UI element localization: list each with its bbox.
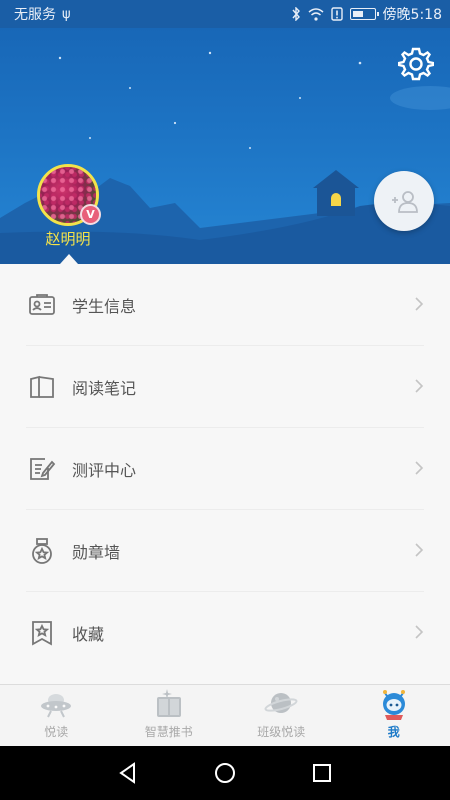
carrier-label: 无服务 — [14, 7, 56, 23]
add-friend-button[interactable] — [374, 171, 434, 231]
astronaut-icon — [382, 690, 405, 720]
bluetooth-icon — [292, 7, 300, 21]
tab-label: 我 — [387, 725, 400, 739]
book-icon — [26, 371, 58, 403]
tab-label: 智慧推书 — [144, 725, 193, 739]
wifi-icon — [308, 7, 324, 21]
tab-yuedu[interactable]: 悦读 — [0, 685, 113, 746]
recents-square-icon — [312, 764, 331, 782]
menu-item-label: 学生信息 — [72, 297, 137, 316]
chevron-right-icon — [415, 379, 424, 393]
alert-icon — [330, 7, 343, 21]
menu-item-label: 阅读笔记 — [72, 379, 137, 398]
ufo-icon — [41, 694, 72, 718]
battery-icon — [349, 8, 379, 20]
chevron-right-icon — [415, 297, 424, 311]
book-stack-icon — [156, 689, 181, 717]
tab-label: 班级悦读 — [257, 725, 306, 739]
usb-icon: ψ — [62, 6, 71, 22]
home-circle-icon — [214, 763, 235, 783]
selection-pointer — [60, 254, 78, 264]
menu-item-reading-notes[interactable]: 阅读笔记 — [0, 346, 450, 428]
menu-item-medal-wall[interactable]: 勋章墙 — [0, 510, 450, 592]
home-button[interactable] — [212, 760, 238, 786]
add-person-icon — [392, 191, 418, 213]
menu-item-student-info[interactable]: 学生信息 — [0, 264, 450, 346]
chevron-right-icon — [415, 625, 424, 639]
bottom-tab-bar: 悦读 智慧推书 班级悦读 我 — [0, 684, 450, 746]
tab-me[interactable]: 我 — [338, 685, 450, 746]
chevron-right-icon — [415, 543, 424, 557]
status-bar: 无服务 ψ 傍晚5:18 — [0, 0, 450, 28]
system-navigation-bar — [0, 746, 450, 800]
back-button[interactable] — [115, 760, 141, 786]
planet-icon — [264, 693, 298, 713]
menu-item-label: 收藏 — [72, 625, 105, 644]
chevron-right-icon — [415, 461, 424, 475]
edit-note-icon — [26, 453, 58, 485]
username: 赵明明 — [45, 230, 91, 248]
recents-button[interactable] — [309, 760, 335, 786]
profile-menu: 学生信息 阅读笔记 测评中心 勋章墙 收藏 — [0, 264, 450, 684]
id-card-icon — [26, 289, 58, 321]
profile-header: V 赵明明 — [0, 28, 450, 264]
bookmark-star-icon — [26, 617, 58, 649]
tab-label: 悦读 — [44, 725, 69, 739]
menu-item-assessment-center[interactable]: 测评中心 — [0, 428, 450, 510]
tab-smart-recommend[interactable]: 智慧推书 — [113, 685, 226, 746]
clock-label: 傍晚5:18 — [382, 7, 442, 23]
settings-gear-icon[interactable] — [398, 46, 434, 82]
menu-item-label: 勋章墙 — [72, 543, 121, 562]
medal-icon — [26, 535, 58, 567]
tab-class-reading[interactable]: 班级悦读 — [225, 685, 338, 746]
back-triangle-icon — [119, 762, 136, 784]
verified-badge: V — [80, 204, 101, 225]
menu-item-favorites[interactable]: 收藏 — [0, 592, 450, 674]
menu-item-label: 测评中心 — [72, 461, 137, 480]
